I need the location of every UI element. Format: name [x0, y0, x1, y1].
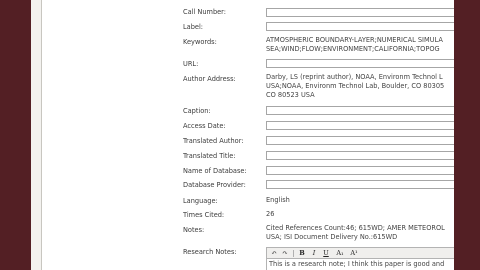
label-label: Label: — [183, 23, 204, 31]
times-cited-value[interactable]: 26 — [266, 210, 274, 219]
language-label: Language: — [183, 197, 218, 205]
author-address-line-2[interactable]: USA;NOAA, Environm Technol Lab, Boulder,… — [266, 82, 444, 91]
keywords-line-2[interactable]: SEA;WIND;FLOW;ENVIRONMENT;CALIFORNIA;TOP… — [266, 45, 440, 54]
translated-title-label: Translated Title: — [183, 152, 236, 160]
window-frame-left — [0, 0, 31, 270]
italic-button[interactable]: I — [309, 249, 319, 258]
translated-title-field[interactable] — [266, 151, 454, 160]
bold-button[interactable]: B — [297, 249, 307, 258]
translated-author-label: Translated Author: — [183, 137, 244, 145]
call-number-field[interactable] — [266, 8, 454, 17]
url-field[interactable] — [266, 59, 454, 68]
redo-icon[interactable]: ↷ — [280, 249, 290, 258]
call-number-label: Call Number: — [183, 8, 226, 16]
author-address-line-3[interactable]: CO 80523 USA — [266, 91, 315, 100]
research-notes-label: Research Notes: — [183, 248, 237, 256]
keywords-label: Keywords: — [183, 38, 217, 46]
name-of-database-field[interactable] — [266, 166, 454, 175]
caption-field[interactable] — [266, 106, 454, 115]
notes-line-1[interactable]: Cited References Count:46; 615WD; AMER M… — [266, 224, 445, 233]
window-frame-right — [454, 0, 480, 270]
notes-label: Notes: — [183, 226, 205, 234]
research-notes-text: This is a research note; I think this pa… — [269, 260, 445, 268]
subscript-button[interactable]: A₁ — [334, 249, 346, 258]
research-notes-toolbar: ↶ ↷ B I U A₁ A¹ — [266, 247, 454, 259]
label-field[interactable] — [266, 22, 454, 31]
database-provider-field[interactable] — [266, 180, 454, 189]
times-cited-label: Times Cited: — [183, 211, 225, 219]
access-date-label: Access Date: — [183, 122, 226, 130]
superscript-button[interactable]: A¹ — [348, 249, 360, 258]
name-of-database-label: Name of Database: — [183, 167, 247, 175]
research-notes-editor[interactable]: This is a research note; I think this pa… — [266, 259, 454, 270]
access-date-field[interactable] — [266, 121, 454, 130]
window-gutter — [31, 0, 42, 270]
keywords-line-1[interactable]: ATMOSPHERIC BOUNDARY-LAYER;NUMERICAL SIM… — [266, 36, 443, 45]
database-provider-label: Database Provider: — [183, 181, 246, 189]
author-address-label: Author Address: — [183, 75, 236, 83]
notes-line-2[interactable]: USA; ISI Document Delivery No.:615WD — [266, 233, 397, 242]
author-address-line-1[interactable]: Darby, LS (reprint author), NOAA, Enviro… — [266, 73, 443, 82]
caption-label: Caption: — [183, 107, 211, 115]
underline-button[interactable]: U — [321, 249, 331, 258]
reference-editor-panel: Call Number: Label: Keywords: ATMOSPHERI… — [42, 0, 454, 270]
undo-icon[interactable]: ↶ — [269, 249, 279, 258]
language-value[interactable]: English — [266, 196, 290, 205]
translated-author-field[interactable] — [266, 136, 454, 145]
toolbar-separator — [293, 250, 294, 257]
url-label: URL: — [183, 60, 199, 68]
